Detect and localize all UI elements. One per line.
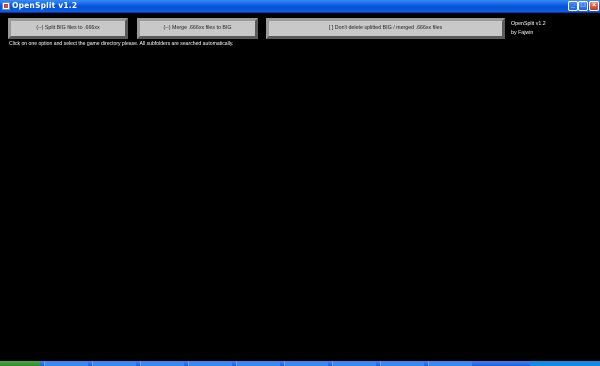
title-bar[interactable]: OpenSplit v1.2 _ □ × xyxy=(0,0,600,13)
app-icon[interactable] xyxy=(2,2,10,10)
taskbar-item[interactable] xyxy=(428,361,472,366)
split-big-button[interactable]: (--) Split BIG files to .666xx xyxy=(8,18,128,39)
version-label: OpenSplit v1.2 xyxy=(511,21,546,27)
taskbar-item[interactable] xyxy=(380,361,424,366)
taskbar-item[interactable] xyxy=(44,361,88,366)
taskbar-item[interactable] xyxy=(332,361,376,366)
taskbar-item[interactable] xyxy=(188,361,232,366)
system-tray xyxy=(530,361,600,366)
taskbar xyxy=(0,361,600,366)
taskbar-item[interactable] xyxy=(92,361,136,366)
app-window: OpenSplit v1.2 _ □ × (--) Split BIG file… xyxy=(0,0,600,366)
start-button[interactable] xyxy=(0,361,40,366)
taskbar-item[interactable] xyxy=(236,361,280,366)
close-icon[interactable]: × xyxy=(589,1,599,11)
taskbar-item[interactable] xyxy=(140,361,184,366)
version-info: OpenSplit v1.2 by Fajwin xyxy=(511,20,546,37)
taskbar-item[interactable] xyxy=(284,361,328,366)
window-title: OpenSplit v1.2 xyxy=(12,1,78,10)
maximize-icon[interactable]: □ xyxy=(578,1,588,11)
instructions-text: Click on one option and select the game … xyxy=(9,41,234,47)
dont-delete-toggle-button[interactable]: [ ] Don't delete splitted BIG / merged .… xyxy=(266,18,505,39)
author-label: by Fajwin xyxy=(511,29,534,36)
merge-666xx-button[interactable]: (--) Merge .666xx files to BIG xyxy=(137,18,258,39)
minimize-icon[interactable]: _ xyxy=(568,1,578,11)
